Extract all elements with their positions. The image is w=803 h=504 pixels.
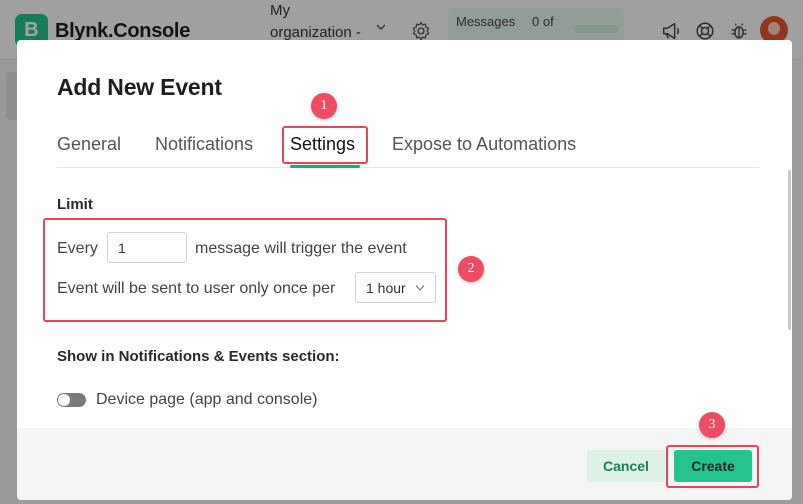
modal-title: Add New Event — [57, 74, 222, 100]
chevron-down-icon — [415, 285, 425, 291]
trigger-text: message will trigger the event — [195, 240, 407, 257]
message-limit-input[interactable] — [107, 232, 187, 263]
tab-bar: General Notifications Settings Expose to… — [57, 124, 759, 168]
active-tab-indicator — [290, 165, 360, 168]
tab-general[interactable]: General — [57, 134, 121, 155]
modal-scrollbar[interactable] — [788, 170, 791, 330]
toggle-knob — [58, 394, 70, 406]
tab-settings[interactable]: Settings — [290, 134, 355, 155]
create-button[interactable]: Create — [674, 450, 752, 482]
once-per-label: Event will be sent to user only once per — [57, 280, 336, 297]
every-label: Every — [57, 240, 98, 257]
tab-expose-to-automations[interactable]: Expose to Automations — [392, 134, 576, 155]
device-page-label: Device page (app and console) — [96, 391, 318, 408]
add-event-modal: Add New Event General Notifications Sett… — [17, 40, 792, 500]
modal-footer: Cancel Create — [17, 428, 792, 500]
device-page-toggle[interactable] — [57, 393, 86, 407]
limit-section-label: Limit — [57, 196, 93, 213]
show-in-section-label: Show in Notifications & Events section: — [57, 348, 340, 365]
annotation-badge-1: 1 — [311, 93, 337, 119]
interval-select-value: 1 hour — [366, 280, 406, 296]
annotation-badge-3: 3 — [699, 412, 725, 438]
interval-select[interactable]: 1 hour — [355, 272, 436, 303]
tab-notifications[interactable]: Notifications — [155, 134, 253, 155]
cancel-button[interactable]: Cancel — [587, 450, 665, 482]
annotation-badge-2: 2 — [458, 256, 484, 282]
